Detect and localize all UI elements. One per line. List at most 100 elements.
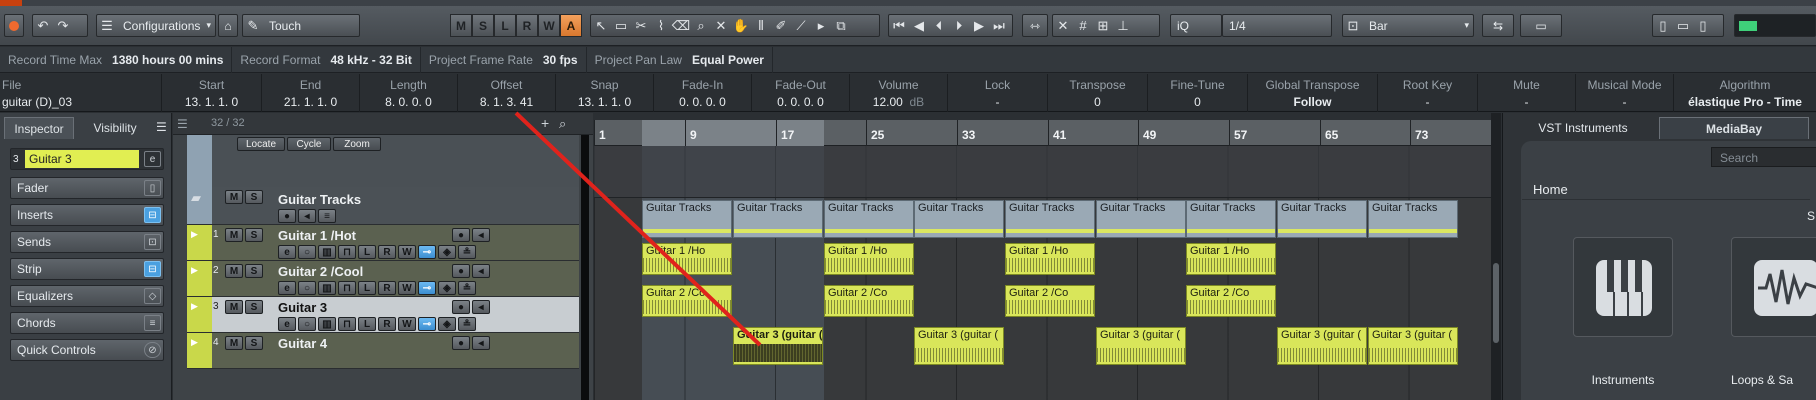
info-value[interactable]: élastique Pro - Time: [1674, 95, 1816, 109]
solo-button[interactable]: S: [245, 264, 263, 278]
eq-state-icon[interactable]: ◈: [438, 281, 456, 295]
search-icon[interactable]: ⌕: [559, 116, 566, 132]
snap-type-icon[interactable]: ⊞: [1093, 14, 1113, 37]
automation-mode-button[interactable]: A: [560, 14, 582, 37]
snap-type-dropdown[interactable]: ⊡ Bar ▾: [1342, 14, 1474, 37]
channel-settings-icon[interactable]: ≗: [458, 281, 476, 295]
edit-instrument-icon[interactable]: e: [144, 151, 161, 167]
tab-visibility[interactable]: Visibility: [80, 117, 150, 139]
record-enable-icon[interactable]: ●: [452, 336, 470, 350]
write-icon[interactable]: W: [398, 317, 416, 331]
solo-button[interactable]: S: [245, 190, 263, 204]
zoom-icon[interactable]: ⌕: [691, 14, 711, 37]
read-icon[interactable]: R: [378, 281, 396, 295]
search-input[interactable]: Search: [1711, 147, 1816, 167]
lock-icon[interactable]: ⊓: [338, 281, 356, 295]
bypass-inserts-icon[interactable]: ⊟: [144, 207, 161, 223]
track-name[interactable]: Guitar 2 /Cool: [278, 264, 363, 279]
undo-icon[interactable]: ↶: [33, 14, 53, 37]
quantize-button[interactable]: iQ: [1170, 14, 1222, 37]
home-icon[interactable]: ⌂: [218, 14, 238, 37]
folder-menu-icon[interactable]: ≡: [318, 209, 336, 223]
add-track-icon[interactable]: +: [541, 115, 549, 131]
locate-button[interactable]: Locate: [237, 137, 285, 151]
expand-icon[interactable]: ▶: [191, 301, 198, 312]
project-frame-rate[interactable]: Project Frame Rate 30 fps: [421, 46, 587, 73]
lock-icon[interactable]: ⊓: [338, 317, 356, 331]
quantize-value-dropdown[interactable]: 1/4: [1222, 14, 1332, 37]
solo-mode-button[interactable]: S: [472, 14, 494, 37]
info-value[interactable]: -: [1378, 95, 1477, 109]
audio-event-guitar-2[interactable]: Guitar 2 /Co: [824, 285, 914, 317]
inserts-state-icon[interactable]: ⊸: [418, 317, 436, 331]
monitor-icon[interactable]: ◂: [472, 228, 490, 242]
cycle-range-marker[interactable]: [642, 120, 824, 146]
zoom-button[interactable]: Zoom: [333, 137, 381, 151]
lanes-icon[interactable]: ▥: [318, 281, 336, 295]
info-value[interactable]: 0. 0. 0. 0: [752, 95, 849, 109]
split-icon[interactable]: ✂: [631, 14, 651, 37]
record-format[interactable]: Record Format 48 kHz - 32 Bit: [232, 46, 421, 73]
mediabay-home[interactable]: Home: [1533, 182, 1568, 197]
audio-event-guitar-1[interactable]: Guitar 1 /Ho: [824, 243, 914, 275]
track-name[interactable]: Guitar 1 /Hot: [278, 228, 356, 243]
grid-icon[interactable]: #: [1073, 14, 1093, 37]
audio-event-guitar-1[interactable]: Guitar 1 /Ho: [1005, 243, 1095, 275]
automation-read-icon[interactable]: ○: [298, 317, 316, 331]
mute-button[interactable]: M: [225, 190, 243, 204]
line-icon[interactable]: ⟋: [791, 14, 811, 37]
mute-button[interactable]: M: [225, 300, 243, 314]
automation-read-icon[interactable]: ○: [298, 245, 316, 259]
lower-zone-icon[interactable]: ▭: [1673, 14, 1693, 37]
draw-icon[interactable]: ✐: [771, 14, 791, 37]
scrollbar-thumb[interactable]: [1493, 263, 1499, 343]
redo-icon[interactable]: ↷: [53, 14, 73, 37]
timebase-icon[interactable]: L: [358, 317, 376, 331]
bypass-strip-icon[interactable]: ⊟: [144, 261, 161, 277]
info-value[interactable]: 8. 1. 3. 41: [458, 95, 555, 109]
left-zone-icon[interactable]: ▯: [1653, 14, 1673, 37]
timeline-ruler[interactable]: 1 9 17 25 33 41 49 57 65 73: [594, 120, 1491, 146]
go-to-end-icon[interactable]: ⏭: [989, 14, 1009, 37]
folder-event[interactable]: Guitar Tracks: [733, 200, 823, 238]
timebase-icon[interactable]: L: [358, 281, 376, 295]
monitor-icon[interactable]: ◂: [472, 336, 490, 350]
timewarp-icon[interactable]: ⫴: [751, 14, 771, 37]
solo-button[interactable]: S: [245, 336, 263, 350]
solo-button[interactable]: S: [245, 300, 263, 314]
monitor-icon[interactable]: ◂: [298, 209, 316, 223]
edit-channel-icon[interactable]: e: [278, 245, 296, 259]
automation-mode-dropdown[interactable]: ✎ Touch: [242, 14, 360, 37]
folder-event[interactable]: Guitar Tracks: [824, 200, 914, 238]
folder-event[interactable]: Guitar Tracks: [1277, 200, 1367, 238]
folder-icon[interactable]: ▰: [191, 190, 201, 206]
write-icon[interactable]: W: [398, 281, 416, 295]
audio-event-guitar-3[interactable]: Guitar 3 (guitar (: [914, 327, 1004, 365]
folder-event[interactable]: Guitar Tracks: [642, 200, 732, 238]
audio-event-guitar-3-selected[interactable]: Guitar 3 (guitar (: [733, 327, 823, 365]
folder-event[interactable]: Guitar Tracks: [1186, 200, 1276, 238]
record-enable-icon[interactable]: ●: [452, 264, 470, 278]
bypass-eq-icon[interactable]: ◇: [144, 288, 161, 304]
right-zone-icon[interactable]: ▯: [1693, 14, 1713, 37]
track-guitar-2[interactable]: ▶ 2 M S Guitar 2 /Cool ● ◂ e ○ ▥ ⊓ L R W…: [187, 261, 579, 297]
glue-icon[interactable]: ⌇: [651, 14, 671, 37]
audio-event-guitar-3[interactable]: Guitar 3 (guitar (: [1368, 327, 1458, 365]
folder-event[interactable]: Guitar Tracks: [1096, 200, 1186, 238]
chords-icon[interactable]: ≡: [144, 315, 161, 331]
object-selection-icon[interactable]: ↖: [591, 14, 611, 37]
info-volume-value[interactable]: 12.00 dB: [850, 95, 947, 109]
activate-project-button[interactable]: [4, 14, 24, 37]
instruments-tile[interactable]: [1573, 237, 1673, 337]
info-value[interactable]: 0: [1148, 95, 1247, 109]
snap-toggle-icon[interactable]: ✕: [1053, 14, 1073, 37]
inserts-state-icon[interactable]: ⊸: [418, 245, 436, 259]
audio-event-guitar-1[interactable]: Guitar 1 /Ho: [1186, 243, 1276, 275]
mute-tool-icon[interactable]: ✕: [711, 14, 731, 37]
audio-event-guitar-3[interactable]: Guitar 3 (guitar (: [1096, 327, 1186, 365]
folder-track[interactable]: ▰ M S Guitar Tracks ● ◂ ≡: [187, 187, 579, 225]
folder-event[interactable]: Guitar Tracks: [914, 200, 1004, 238]
audio-event-guitar-2[interactable]: Guitar 2 /Co: [1005, 285, 1095, 317]
expand-icon[interactable]: ▶: [191, 265, 198, 276]
info-value[interactable]: 13. 1. 1. 0: [162, 95, 261, 109]
